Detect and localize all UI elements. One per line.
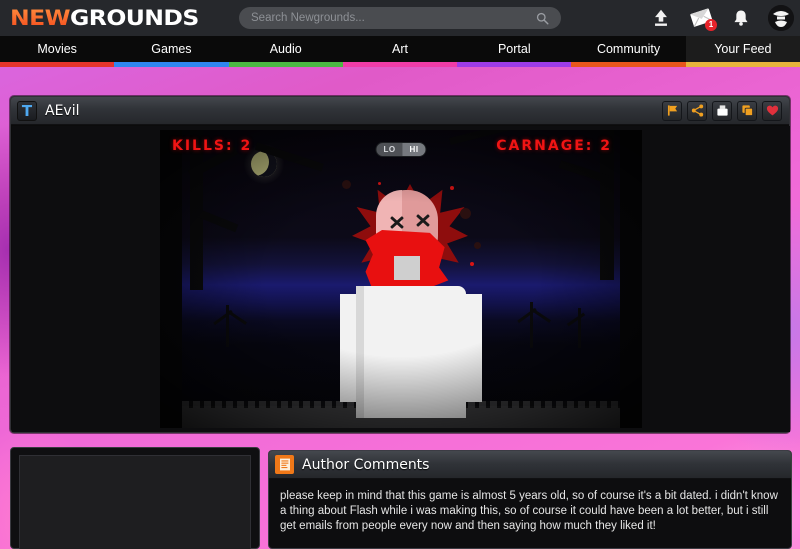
mail-badge-count: 1: [705, 19, 717, 31]
nav-strip-audio: [228, 62, 343, 67]
character-neck: [394, 256, 420, 280]
author-comments-body: please keep in mind that this game is al…: [280, 490, 778, 532]
game-stage[interactable]: KILLS: 2 CARNAGE: 2 LO HI: [12, 126, 790, 432]
stage-left-shade: [160, 130, 182, 428]
game-character: [338, 178, 488, 428]
quality-option-lo[interactable]: LO: [376, 143, 402, 156]
page-root: NEW GROUNDS Search Newgrounds... 1 Movie…: [0, 0, 800, 549]
nav-item-audio[interactable]: Audio: [229, 36, 343, 62]
author-comments-header: Author Comments: [269, 451, 791, 479]
rating-badge-icon: T: [17, 100, 37, 121]
search-box[interactable]: [239, 7, 561, 29]
nav-color-strip: [0, 62, 800, 67]
main-nav: Movies Games Audio Art Portal Community Your F…: [0, 36, 800, 62]
mail-icon[interactable]: 1: [688, 5, 717, 31]
character-eye-left: [389, 214, 405, 230]
flash-game-canvas[interactable]: KILLS: 2 CARNAGE: 2 LO HI: [160, 130, 642, 428]
blood-speck: [378, 182, 381, 185]
character-body-shade: [356, 286, 364, 418]
hud-kills: KILLS: 2: [172, 138, 252, 154]
nav-strip-games: [114, 62, 229, 67]
game-panel: T AEvil KILLS: 2 CARNAGE: 2 LO HI: [10, 96, 790, 433]
flag-icon[interactable]: [662, 100, 682, 121]
hud-kills-value: 2: [240, 138, 253, 154]
character-arm-right: [456, 294, 482, 402]
nav-item-portal[interactable]: Portal: [457, 36, 571, 62]
copy-icon[interactable]: [737, 100, 757, 121]
hud-carnage-label: CARNAGE:: [496, 138, 594, 154]
bell-icon[interactable]: [728, 5, 754, 31]
newgrounds-logo[interactable]: NEW GROUNDS: [10, 5, 199, 30]
page-title: AEvil: [45, 102, 80, 119]
quality-option-hi[interactable]: HI: [402, 143, 426, 156]
nav-item-art[interactable]: Art: [343, 36, 457, 62]
nav-item-games[interactable]: Games: [114, 36, 228, 62]
blood-speck: [450, 186, 454, 190]
blood-speck: [474, 242, 481, 249]
hud-carnage-value: 2: [600, 138, 612, 154]
quality-toggle[interactable]: LO HI: [375, 142, 427, 157]
blood-speck: [342, 180, 351, 189]
stage-right-shade: [620, 130, 642, 428]
nav-item-community[interactable]: Community: [571, 36, 685, 62]
favorite-icon[interactable]: [762, 100, 782, 121]
avatar[interactable]: [768, 5, 794, 31]
nav-strip-movies: [0, 62, 115, 67]
blood-speck: [470, 262, 474, 266]
game-titlebar: T AEvil: [11, 97, 789, 125]
share-icon[interactable]: [687, 100, 707, 121]
search-icon[interactable]: [531, 12, 553, 25]
nav-strip-portal: [457, 62, 572, 67]
header-icon-group: 1: [648, 0, 794, 36]
ad-panel: [10, 447, 260, 549]
game-toolbar: [662, 100, 782, 121]
nav-item-movies[interactable]: Movies: [0, 36, 114, 62]
logo-grounds-text: GROUNDS: [70, 5, 199, 30]
ad-placeholder: [19, 455, 251, 549]
nav-strip-your-feed: [685, 62, 800, 67]
site-header: NEW GROUNDS Search Newgrounds... 1: [0, 0, 800, 36]
search-input[interactable]: [239, 12, 531, 24]
hud-kills-label: KILLS:: [172, 138, 234, 154]
nav-strip-community: [571, 62, 686, 67]
character-body: [356, 286, 466, 418]
collection-icon[interactable]: [712, 100, 732, 121]
upload-icon[interactable]: [648, 5, 674, 31]
nav-item-your-feed[interactable]: Your Feed: [685, 36, 800, 62]
author-comments-title: Author Comments: [302, 456, 430, 473]
author-comments-panel: Author Comments please keep in mind that…: [268, 450, 792, 549]
document-icon: [275, 455, 294, 474]
hud-carnage: CARNAGE: 2: [496, 138, 612, 154]
nav-strip-art: [342, 62, 458, 67]
character-eye-right: [415, 212, 431, 228]
logo-new-text: NEW: [10, 5, 71, 30]
blood-speck: [460, 208, 471, 219]
